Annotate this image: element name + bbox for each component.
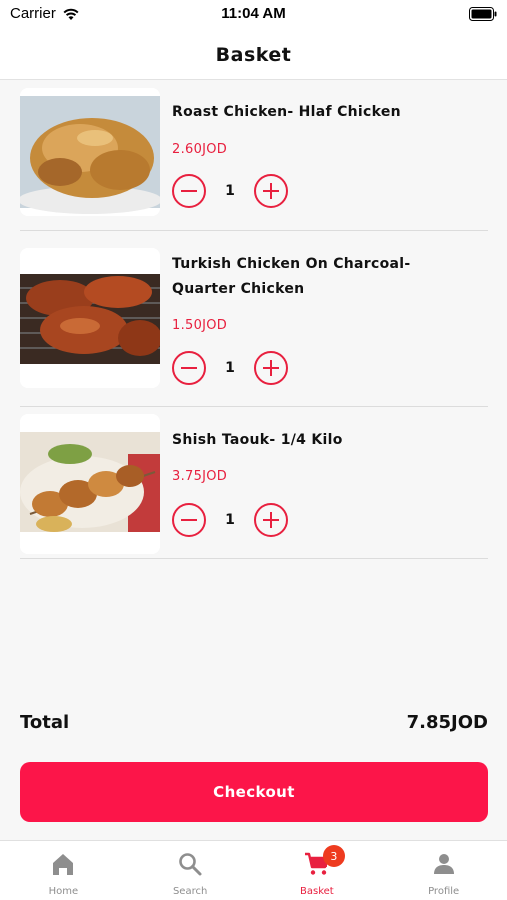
basket-item: Shish Taouk- 1/4 Kilo 3.75JOD 1: [20, 414, 488, 559]
decrease-quantity-button[interactable]: [172, 351, 206, 385]
item-price: 3.75JOD: [172, 469, 228, 484]
increase-quantity-button[interactable]: [254, 174, 288, 208]
tab-search[interactable]: Search: [127, 841, 254, 900]
total-value: 7.85JOD: [406, 711, 488, 733]
quantity-value: 1: [225, 183, 235, 199]
quantity-value: 1: [225, 360, 235, 376]
home-icon: [53, 854, 74, 875]
item-image-shish-taouk: [20, 414, 160, 554]
item-price: 2.60JOD: [172, 142, 228, 157]
item-name: Roast Chicken- Hlaf Chicken: [172, 104, 401, 120]
item-price: 1.50JOD: [172, 318, 228, 333]
cart-count-badge: 3: [322, 845, 345, 867]
item-image-roast-chicken: [20, 88, 160, 216]
basket-item: Turkish Chicken On Charcoal- Quarter Chi…: [20, 248, 488, 407]
increase-quantity-button[interactable]: [254, 503, 288, 537]
search-icon: [179, 853, 202, 876]
total-label: Total: [20, 711, 70, 733]
decrease-quantity-button[interactable]: [172, 503, 206, 537]
person-icon: [433, 854, 454, 874]
quantity-value: 1: [225, 512, 235, 528]
status-bar: Carrier 11:04 AM: [0, 0, 507, 30]
battery-icon: [469, 7, 497, 21]
page-title: Basket: [215, 43, 292, 66]
tab-home[interactable]: Home: [0, 841, 127, 900]
checkout-button[interactable]: Checkout: [20, 762, 488, 822]
tab-label: Profile: [428, 886, 460, 897]
item-image-turkish-chicken: [20, 248, 160, 388]
tab-label: Search: [172, 886, 208, 897]
nav-bar: Basket: [0, 30, 507, 80]
tab-profile[interactable]: Profile: [380, 841, 507, 900]
item-name: Shish Taouk- 1/4 Kilo: [172, 432, 343, 448]
tab-label: Home: [48, 886, 79, 897]
quantity-stepper: 1: [172, 174, 288, 208]
total-row: Total 7.85JOD: [20, 708, 488, 736]
clock: 11:04 AM: [221, 5, 286, 22]
tab-basket[interactable]: 3 Basket: [254, 841, 381, 900]
quantity-stepper: 1: [172, 351, 288, 385]
increase-quantity-button[interactable]: [254, 351, 288, 385]
decrease-quantity-button[interactable]: [172, 174, 206, 208]
quantity-stepper: 1: [172, 503, 288, 537]
tab-bar: Home Search 3 Basket Profile: [0, 840, 507, 900]
basket-item: Roast Chicken- Hlaf Chicken 2.60JOD 1: [20, 88, 488, 231]
tab-label: Basket: [300, 886, 334, 897]
item-name: Turkish Chicken On Charcoal- Quarter Chi…: [172, 256, 411, 297]
